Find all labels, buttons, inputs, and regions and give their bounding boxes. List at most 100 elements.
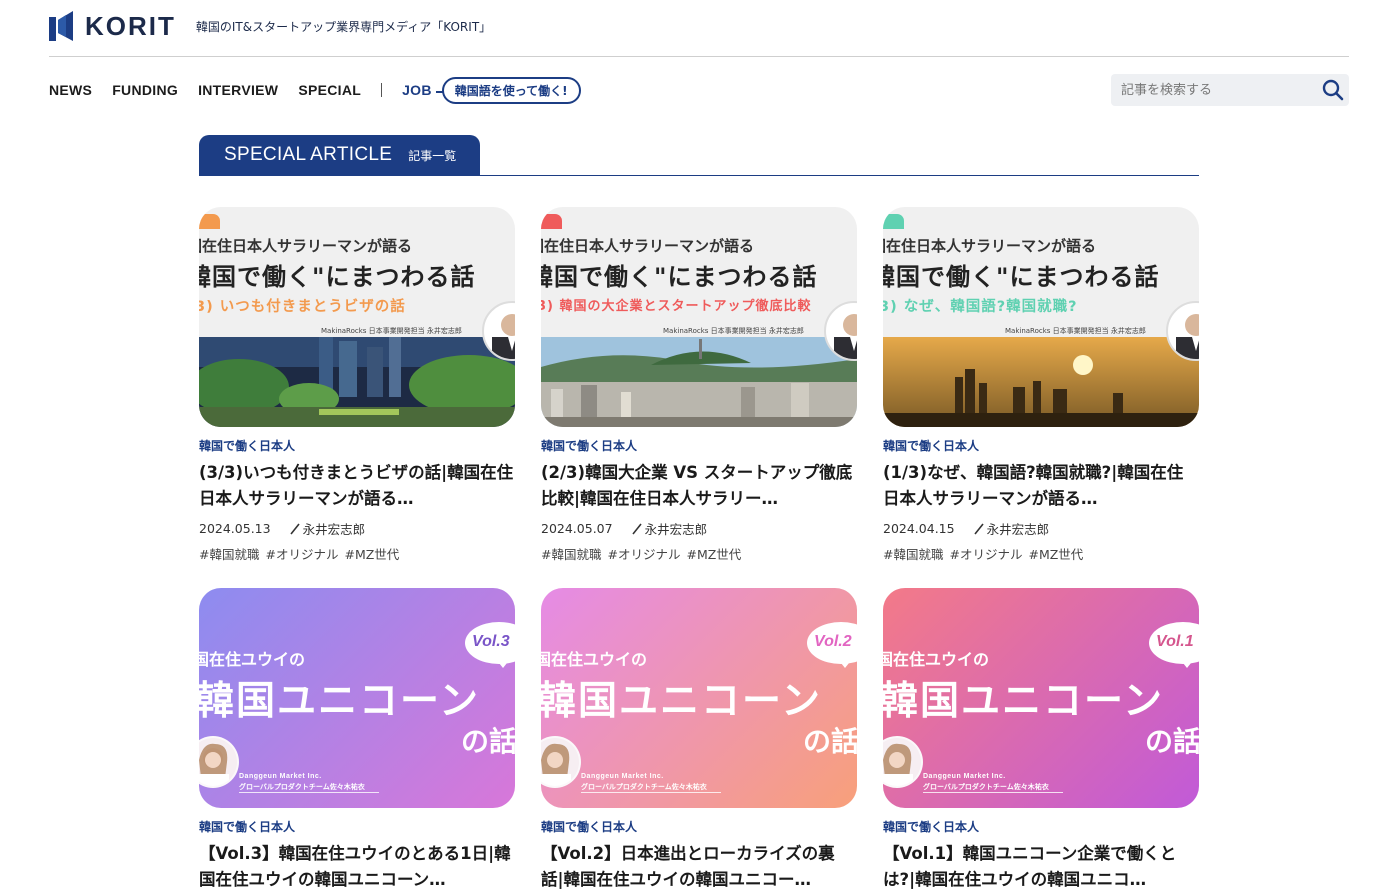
article-meta: 2024.05.07 永井宏志郎: [541, 519, 857, 538]
article-category[interactable]: 韓国で働く日本人: [199, 818, 515, 835]
thumbnail-line3: の話: [461, 725, 515, 758]
pen-icon: [631, 523, 642, 534]
article-category[interactable]: 韓国で働く日本人: [541, 437, 857, 454]
tag-link[interactable]: #オリジナル: [265, 547, 338, 562]
thumbnail-line3: 3) いつも付きまとうビザの話: [199, 299, 406, 315]
job-callout-bubble[interactable]: 韓国語を使って働く!: [435, 76, 581, 104]
thumbnail-credit-person: グローバルプロダクトチーム佐々木祐衣: [923, 783, 1049, 791]
header-divider: [49, 56, 1349, 57]
tag-link[interactable]: #MZ世代: [686, 547, 741, 562]
thumbnail-line1: 国在住ユウイの: [541, 650, 648, 669]
article-author[interactable]: 永井宏志郎: [289, 519, 365, 538]
thumbnail-line3: 3) なぜ、韓国語?韓国就職?: [883, 299, 1078, 315]
section-tab: SPECIAL ARTICLE 記事一覧: [199, 135, 480, 175]
search-icon: [1322, 79, 1344, 101]
thumbnail-line2: 韓国で働く"にまつわる話: [883, 263, 1160, 291]
article-title[interactable]: 【Vol.3】韓国在住ユウイのとある1日|韓国在住ユウイの韓国ユニコーン…: [199, 841, 515, 893]
article-card: 国在住日本人サラリーマンが語る 韓国で働く"にまつわる話 3) いつも付きまとう…: [199, 207, 515, 563]
article-author[interactable]: 永井宏志郎: [973, 519, 1050, 538]
article-title[interactable]: (2/3)韓国大企業 VS スタートアップ徹底比較|韓国在住日本人サラリー…: [541, 460, 857, 512]
thumbnail-divider: [923, 792, 1063, 793]
thumbnail-line3: の話: [803, 725, 857, 758]
article-thumbnail[interactable]: Vol.2 国在住ユウイの 韓国ユニコーン の話 Danggeun Market…: [541, 588, 857, 808]
article-thumbnail[interactable]: 国在住日本人サラリーマンが語る 韓国で働く"にまつわる話 3) 韓国の大企業とス…: [541, 207, 857, 427]
article-category[interactable]: 韓国で働く日本人: [541, 818, 857, 835]
thumbnail-line3: の話: [1145, 725, 1199, 758]
article-thumbnail[interactable]: 国在住日本人サラリーマンが語る 韓国で働く"にまつわる話 3) いつも付きまとう…: [199, 207, 515, 427]
nav-item-job[interactable]: JOB: [402, 82, 432, 98]
tag-link[interactable]: #オリジナル: [949, 547, 1022, 562]
site-tagline: 韓国のIT&スタートアップ業界専門メディア「KORIT」: [195, 19, 492, 34]
tag-link[interactable]: #MZ世代: [344, 547, 399, 562]
tag-link[interactable]: #オリジナル: [607, 547, 680, 562]
section-subtitle: 記事一覧: [408, 148, 457, 163]
article-tags: #韓国就職 #オリジナル #MZ世代: [199, 544, 515, 563]
thumbnail-line1: 国在住日本人サラリーマンが語る: [541, 237, 755, 255]
article-title[interactable]: 【Vol.2】日本進出とローカライズの裏話|韓国在住ユウイの韓国ユニコー…: [541, 841, 857, 893]
korit-logo-icon[interactable]: [49, 11, 73, 41]
thumbnail-credit: MakinaRocks 日本事業開発担当 永井宏志郎: [321, 327, 462, 335]
thumbnail-line2: 韓国で働く"にまつわる話: [199, 263, 476, 291]
article-card: Vol.3 国在住ユウイの 韓国ユニコーン の話 Danggeun Market…: [199, 588, 515, 893]
author-avatar: [883, 736, 923, 788]
thumbnail-credit-person: グローバルプロダクトチーム佐々木祐衣: [581, 783, 707, 791]
author-avatar: [199, 736, 239, 788]
search-input[interactable]: [1111, 74, 1317, 106]
thumbnail-credit-company: Danggeun Market Inc.: [239, 773, 322, 780]
author-avatar: [541, 736, 581, 788]
accent-chip: [883, 214, 904, 229]
article-date: 2024.05.07: [541, 521, 613, 536]
author-name: 永井宏志郎: [644, 522, 708, 537]
author-name: 永井宏志郎: [986, 522, 1050, 537]
thumbnail-banner: 国在住日本人サラリーマンが語る 韓国で働く"にまつわる話 3) 韓国の大企業とス…: [541, 207, 857, 337]
tag-link[interactable]: #韓国就職: [199, 547, 259, 562]
nav-item-interview[interactable]: INTERVIEW: [198, 82, 278, 98]
section-header: SPECIAL ARTICLE 記事一覧: [199, 135, 1199, 176]
article-title[interactable]: 【Vol.1】韓国ユニコーン企業で働くとは?|韓国在住ユウイの韓国ユニコ…: [883, 841, 1199, 893]
article-author[interactable]: 永井宏志郎: [631, 519, 708, 538]
article-category[interactable]: 韓国で働く日本人: [199, 437, 515, 454]
article-card: 国在住日本人サラリーマンが語る 韓国で働く"にまつわる話 3) なぜ、韓国語?韓…: [883, 207, 1199, 563]
thumbnail-credit: MakinaRocks 日本事業開発担当 永井宏志郎: [663, 327, 804, 335]
logo-text[interactable]: KORIT: [85, 11, 176, 42]
nav-divider: [381, 83, 383, 97]
seoul-city-photo: [541, 337, 857, 427]
nav-item-special[interactable]: SPECIAL: [298, 82, 361, 98]
tag-link[interactable]: #MZ世代: [1028, 547, 1083, 562]
thumbnail-line1: 国在住日本人サラリーマンが語る: [883, 237, 1097, 255]
accent-chip: [541, 214, 562, 229]
article-thumbnail[interactable]: Vol.1 国在住ユウイの 韓国ユニコーン の話 Danggeun Market…: [883, 588, 1199, 808]
article-thumbnail[interactable]: Vol.3 国在住ユウイの 韓国ユニコーン の話 Danggeun Market…: [199, 588, 515, 808]
thumbnail-banner: 国在住日本人サラリーマンが語る 韓国で働く"にまつわる話 3) なぜ、韓国語?韓…: [883, 207, 1199, 337]
thumbnail-divider: [239, 792, 379, 793]
thumbnail-divider: [581, 792, 721, 793]
tag-link[interactable]: #韓国就職: [883, 547, 943, 562]
search-box: [1111, 74, 1349, 106]
vol-bubble: Vol.1: [1149, 622, 1199, 668]
article-card: Vol.1 国在住ユウイの 韓国ユニコーン の話 Danggeun Market…: [883, 588, 1199, 893]
nav-item-news[interactable]: NEWS: [49, 82, 92, 98]
city-night-photo: [199, 337, 515, 427]
article-title[interactable]: (1/3)なぜ、韓国語?韓国就職?|韓国在住日本人サラリーマンが語る…: [883, 460, 1199, 512]
article-category[interactable]: 韓国で働く日本人: [883, 437, 1199, 454]
article-category[interactable]: 韓国で働く日本人: [883, 818, 1199, 835]
thumbnail-line3: 3) 韓国の大企業とスタートアップ徹底比較: [541, 299, 812, 314]
pen-icon: [973, 523, 984, 534]
search-button[interactable]: [1317, 74, 1349, 106]
section-title: SPECIAL ARTICLE: [224, 144, 393, 165]
article-title[interactable]: (3/3)いつも付きまとうビザの話|韓国在住日本人サラリーマンが語る…: [199, 460, 515, 512]
article-meta: 2024.04.15 永井宏志郎: [883, 519, 1199, 538]
main-nav: NEWS FUNDING INTERVIEW SPECIAL JOB 韓国語を使…: [49, 72, 581, 108]
brand: KORIT 韓国のIT&スタートアップ業界専門メディア「KORIT」: [49, 10, 491, 42]
thumbnail-line2: 韓国ユニコーン: [541, 679, 823, 724]
nav-item-funding[interactable]: FUNDING: [112, 82, 178, 98]
thumbnail-line2: 韓国ユニコーン: [199, 679, 481, 724]
article-meta: 2024.05.13 永井宏志郎: [199, 519, 515, 538]
article-tags: #韓国就職 #オリジナル #MZ世代: [883, 544, 1199, 563]
thumbnail-credit-person: グローバルプロダクトチーム佐々木祐衣: [239, 783, 365, 791]
thumbnail-line1: 国在住ユウイの: [883, 650, 990, 669]
tag-link[interactable]: #韓国就職: [541, 547, 601, 562]
article-thumbnail[interactable]: 国在住日本人サラリーマンが語る 韓国で働く"にまつわる話 3) なぜ、韓国語?韓…: [883, 207, 1199, 427]
thumbnail-line2: 韓国で働く"にまつわる話: [541, 263, 818, 291]
article-tags: #韓国就職 #オリジナル #MZ世代: [541, 544, 857, 563]
